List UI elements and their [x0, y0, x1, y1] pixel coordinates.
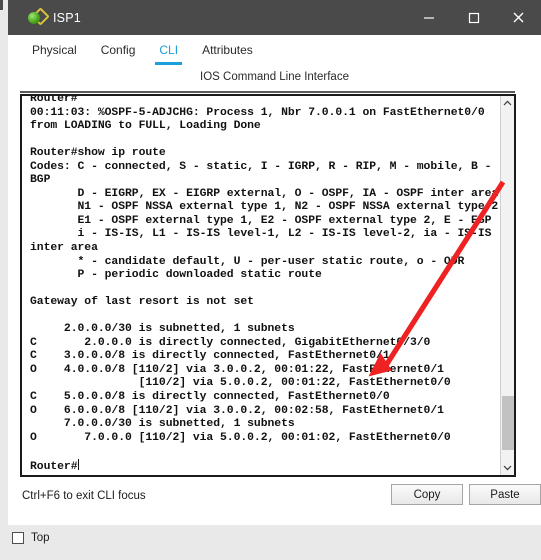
terminal-line: * - candidate default, U - per-user stat…: [30, 255, 465, 268]
terminal-cursor: [77, 458, 79, 470]
terminal-line: 7.0.0.0/30 is subnetted, 1 subnets: [30, 418, 295, 431]
window-left-edge: [0, 0, 8, 525]
terminal-area[interactable]: Router# 00:11:03: %OSPF-5-ADJCHG: Process…: [20, 94, 516, 477]
cli-footer: Ctrl+F6 to exit CLI focus Copy Paste: [20, 484, 541, 514]
tab-bar: Physical Config CLI Attributes: [20, 35, 265, 65]
window-controls: [406, 0, 541, 35]
terminal-scrollbar[interactable]: [500, 96, 514, 475]
tab-attributes[interactable]: Attributes: [190, 35, 265, 67]
device-window: ISP1 Physical Config CLI Attributes IOS …: [0, 0, 541, 560]
copy-button[interactable]: Copy: [391, 484, 463, 505]
window-title: ISP1: [53, 10, 81, 25]
terminal-line: 00:11:03: %OSPF-5-ADJCHG: Process 1, Nbr…: [30, 106, 485, 119]
chevron-down-icon[interactable]: [501, 460, 514, 475]
cli-focus-hint: Ctrl+F6 to exit CLI focus: [22, 490, 146, 502]
title-bar[interactable]: ISP1: [8, 0, 541, 35]
terminal-line: from LOADING to FULL, Loading Done: [30, 120, 261, 133]
tab-attributes-label: Attributes: [202, 43, 253, 57]
tab-physical-label: Physical: [32, 43, 77, 57]
terminal-line: O 6.0.0.0/8 [110/2] via 3.0.0.2, 00:02:5…: [30, 404, 444, 417]
window-edge-marker: [0, 0, 3, 10]
terminal-line: C 2.0.0.0 is directly connected, Gigabit…: [30, 336, 431, 349]
maximize-icon[interactable]: [451, 0, 496, 35]
cli-title-divider: [20, 91, 515, 93]
window-body: Physical Config CLI Attributes IOS Comma…: [8, 35, 541, 525]
minimize-icon[interactable]: [406, 0, 451, 35]
terminal-line: Router#: [30, 458, 79, 470]
scrollbar-thumb[interactable]: [502, 396, 514, 450]
terminal-line: C 5.0.0.0/8 is directly connected, FastE…: [30, 391, 390, 404]
terminal-line: C 3.0.0.0/8 is directly connected, FastE…: [30, 350, 390, 363]
terminal-line: i - IS-IS, L1 - IS-IS level-1, L2 - IS-I…: [30, 228, 492, 241]
terminal-line: 2.0.0.0/30 is subnetted, 1 subnets: [30, 323, 295, 336]
terminal-line: O 7.0.0.0 [110/2] via 5.0.0.2, 00:01:02,…: [30, 431, 451, 444]
close-icon[interactable]: [496, 0, 541, 35]
terminal-output[interactable]: Router# 00:11:03: %OSPF-5-ADJCHG: Process…: [22, 94, 500, 470]
terminal-line: N1 - OSPF NSSA external type 1, N2 - OSP…: [30, 201, 499, 214]
terminal-line: O 4.0.0.0/8 [110/2] via 3.0.0.2, 00:01:2…: [30, 363, 444, 376]
terminal-line: inter area: [30, 242, 98, 255]
terminal-line: Codes: C - connected, S - static, I - IG…: [30, 160, 492, 173]
paste-button[interactable]: Paste: [469, 484, 541, 505]
packet-tracer-icon: [28, 6, 50, 26]
cli-panel: IOS Command Line Interface Router# 00:11:…: [20, 67, 541, 519]
tab-config[interactable]: Config: [89, 35, 148, 67]
terminal-line: [110/2] via 5.0.0.2, 00:01:22, FastEther…: [30, 377, 451, 390]
terminal-line: BGP: [30, 174, 51, 187]
top-checkbox-row[interactable]: Top: [8, 527, 50, 549]
terminal-line: Router#show ip route: [30, 147, 166, 160]
tab-physical[interactable]: Physical: [20, 35, 89, 67]
tab-cli-label: CLI: [159, 43, 179, 57]
tab-cli[interactable]: CLI: [147, 35, 190, 67]
tab-cli-active-underline: [155, 62, 183, 65]
terminal-line: P - periodic downloaded static route: [30, 269, 322, 282]
terminal-line: Gateway of last resort is not set: [30, 296, 254, 309]
terminal-line: Router#: [30, 94, 78, 105]
terminal-line: D - EIGRP, EX - EIGRP external, O - OSPF…: [30, 187, 499, 200]
top-checkbox[interactable]: [12, 532, 24, 544]
chevron-up-icon[interactable]: [501, 96, 514, 111]
tab-config-label: Config: [100, 43, 136, 57]
top-checkbox-label: Top: [31, 532, 50, 544]
cli-panel-title: IOS Command Line Interface: [200, 71, 349, 83]
terminal-line: E1 - OSPF external type 1, E2 - OSPF ext…: [30, 214, 492, 227]
